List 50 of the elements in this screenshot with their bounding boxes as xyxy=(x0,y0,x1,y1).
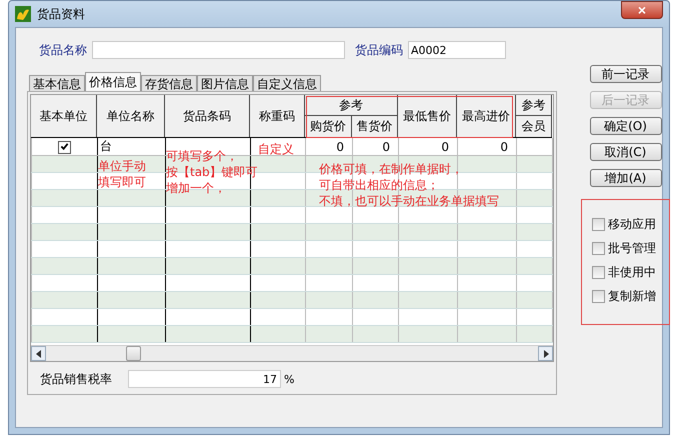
column-header: 最高进价 xyxy=(457,95,516,137)
checkbox-label: 非使用中 xyxy=(608,264,656,280)
action-button[interactable]: 确定(O) xyxy=(590,117,662,135)
action-button[interactable]: 取消(C) xyxy=(590,143,662,161)
checkbox-label: 批号管理 xyxy=(608,240,656,256)
unit-label: % xyxy=(284,372,294,386)
tab[interactable]: 存货信息 xyxy=(141,75,197,91)
annotation-note: 可填写多个， 按【tab】键即可 增加一个， xyxy=(166,148,258,196)
checkbox-label: 复制新增 xyxy=(608,288,656,304)
tab[interactable]: 基本信息 xyxy=(29,75,85,91)
field-label: 货品销售税率 xyxy=(40,370,113,388)
table-cell: 0 xyxy=(336,140,344,154)
table-cell: 0 xyxy=(500,140,508,154)
column-header: 货品条码 xyxy=(165,95,250,137)
column-header: 基本单位 xyxy=(31,95,97,137)
column-header: 售货价 xyxy=(352,116,398,137)
checkbox-label: 移动应用 xyxy=(608,216,656,232)
input-field[interactable]: 17 xyxy=(128,370,281,388)
input-field[interactable]: A0002 xyxy=(408,41,506,59)
table-cell: 台 xyxy=(100,139,112,153)
tab[interactable]: 图片信息 xyxy=(197,75,253,91)
checkbox[interactable] xyxy=(592,290,605,302)
checkbox[interactable] xyxy=(592,266,605,278)
tab[interactable]: 自定义信息 xyxy=(253,75,321,91)
column-header: 购货价 xyxy=(305,116,352,137)
annotation-note: 价格可填，在制作单据时， 可自带出相应的信息； 不填，也可以手动在业务单据填写 xyxy=(319,161,499,209)
annotation-note: 单位手动 填写即可 xyxy=(98,158,146,190)
checkbox[interactable] xyxy=(592,242,605,254)
table-cell: 0 xyxy=(441,140,449,154)
window-title: 货品资料 xyxy=(37,6,85,22)
scroll-thumb[interactable] xyxy=(126,346,141,361)
checkbox[interactable] xyxy=(592,218,605,230)
column-header: 单位名称 xyxy=(97,95,165,137)
scroll-right-icon[interactable] xyxy=(538,346,553,361)
tab[interactable]: 价格信息 xyxy=(85,72,141,91)
action-button[interactable]: 前一记录 xyxy=(590,65,662,83)
scroll-left-icon[interactable] xyxy=(31,346,46,361)
table-cell: 0 xyxy=(382,140,390,154)
column-header: 最低售价 xyxy=(398,95,457,137)
action-button[interactable]: 增加(A) xyxy=(590,169,662,187)
field-label: 货品名称 xyxy=(39,42,87,58)
horizontal-scrollbar[interactable] xyxy=(31,345,553,361)
input-field[interactable] xyxy=(92,41,345,59)
annotation-note: 自定义 xyxy=(258,141,294,157)
column-group-header: 参考 xyxy=(305,95,398,116)
checkbox[interactable] xyxy=(58,140,71,154)
column-header: 会员 xyxy=(516,116,552,137)
column-group-header: 参考 xyxy=(516,95,552,116)
column-header: 称重码 xyxy=(250,95,305,137)
field-label: 货品编码 xyxy=(355,42,403,58)
